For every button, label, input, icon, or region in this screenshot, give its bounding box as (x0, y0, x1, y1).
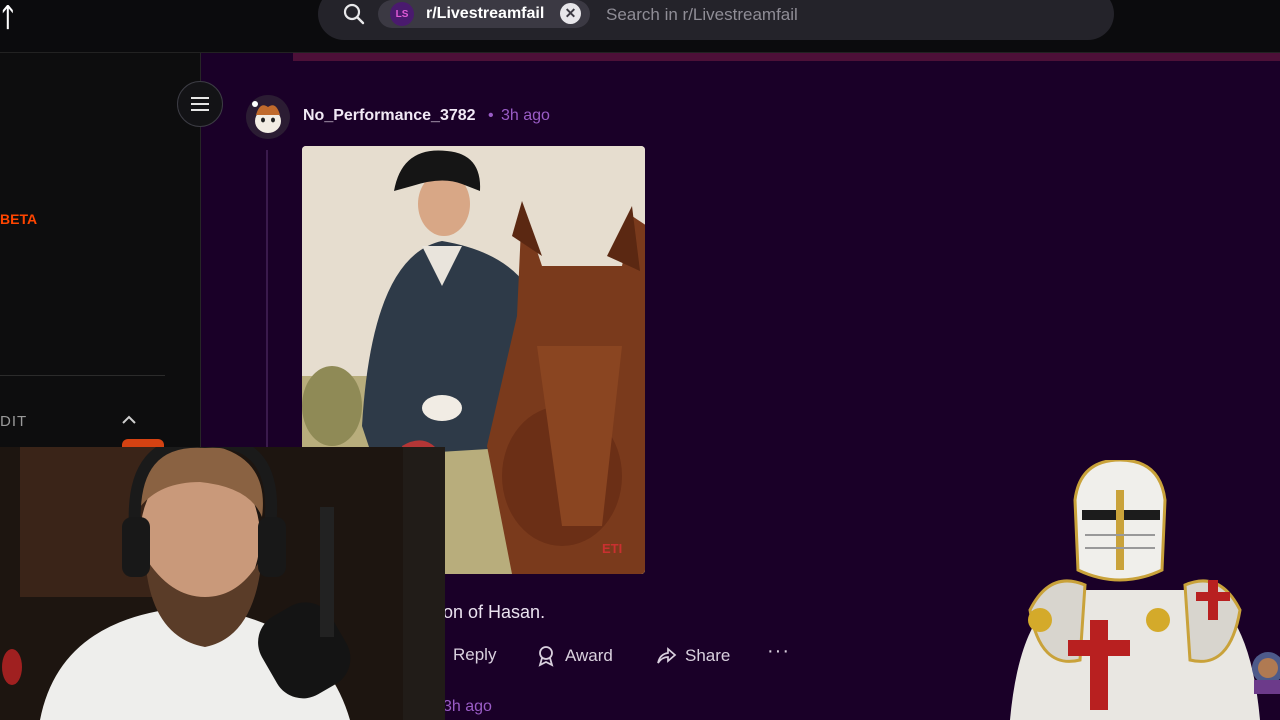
photo-caption-fragment: ETI (602, 541, 622, 556)
search-bar[interactable]: LS r/Livestreamfail ✕ Search in r/Livest… (318, 0, 1114, 40)
subreddit-filter-chip[interactable]: LS r/Livestreamfail ✕ (378, 0, 590, 28)
award-icon (538, 646, 554, 667)
comment-timestamp[interactable]: 3h ago (501, 107, 550, 125)
app-logo-fragment: ᛏ (0, 2, 16, 32)
reply-label: Reply (453, 645, 497, 664)
previous-content-edge (293, 53, 1280, 61)
share-icon (657, 647, 677, 664)
award-label: Award (565, 646, 613, 665)
meta-separator: • (488, 107, 494, 124)
top-bar: ᛏ LS r/Livestreamfail ✕ Search in r/Live… (0, 0, 1280, 53)
webcam-border (403, 447, 445, 720)
search-icon[interactable] (342, 2, 366, 26)
hamburger-menu-button[interactable] (177, 81, 223, 127)
comment-body: on of Hasan. (443, 602, 546, 622)
reply-button[interactable]: Reply (453, 645, 496, 665)
comment-username[interactable]: No_Performance_3782 (303, 107, 476, 125)
beta-badge: BETA (0, 211, 38, 227)
chevron-up-icon[interactable] (118, 409, 140, 431)
viewer-avatar-icon (1252, 652, 1280, 694)
user-avatar[interactable] (246, 95, 290, 139)
next-comment-timestamp[interactable]: 3h ago (443, 698, 492, 716)
close-icon[interactable]: ✕ (560, 3, 581, 24)
share-label: Share (685, 646, 731, 665)
webcam-overlay (0, 447, 403, 720)
sidebar-divider (0, 375, 165, 376)
streamer-webcam-image (0, 447, 403, 720)
more-options-button[interactable]: ··· (767, 640, 790, 663)
award-button[interactable]: Award (535, 645, 613, 667)
subreddit-chip-label: r/Livestreamfail (426, 5, 545, 22)
search-input[interactable]: Search in r/Livestreamfail (606, 5, 798, 25)
subreddit-avatar: LS (390, 2, 414, 26)
knight-character-overlay (1010, 460, 1260, 720)
hamburger-icon (191, 97, 209, 111)
sidebar-section-label[interactable]: DIT (0, 413, 27, 430)
share-button[interactable]: Share (655, 645, 730, 667)
